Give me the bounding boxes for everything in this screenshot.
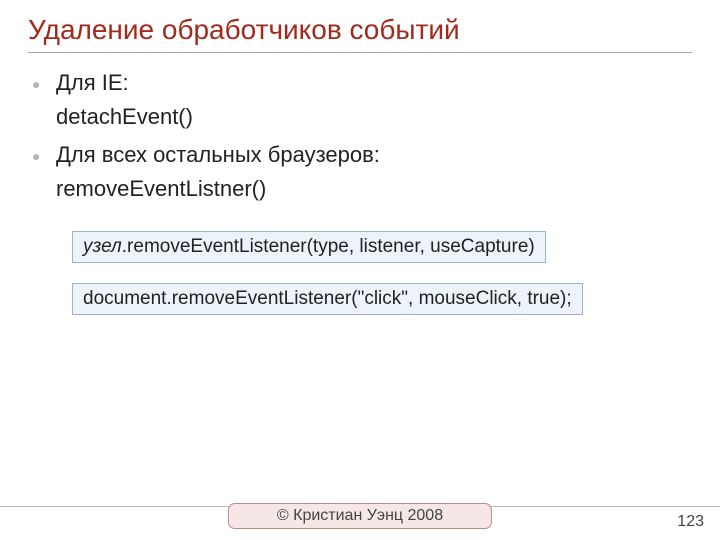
bullet-others: Для всех остальных браузеров: <box>56 139 692 171</box>
bullet-ie: Для IE: <box>56 67 692 99</box>
bullet-ie-code: detachEvent() <box>56 101 692 133</box>
code-syntax-rest: .removeEventListener(type, listener, use… <box>122 236 535 257</box>
bullet-others-code: removeEventListner() <box>56 173 692 205</box>
code-box-example: document.removeEventListener("click", mo… <box>72 283 583 315</box>
code-node-var: узел <box>83 236 122 257</box>
slide-title: Удаление обработчиков событий <box>28 14 692 53</box>
slide-footer: © Кристиан Уэнц 2008 123 <box>0 506 720 540</box>
copyright-pill: © Кристиан Уэнц 2008 <box>228 503 492 529</box>
content-list: Для IE: detachEvent() Для всех остальных… <box>28 67 692 205</box>
page-number: 123 <box>677 513 704 531</box>
code-box-syntax: узел.removeEventListener(type, listener,… <box>72 231 546 263</box>
